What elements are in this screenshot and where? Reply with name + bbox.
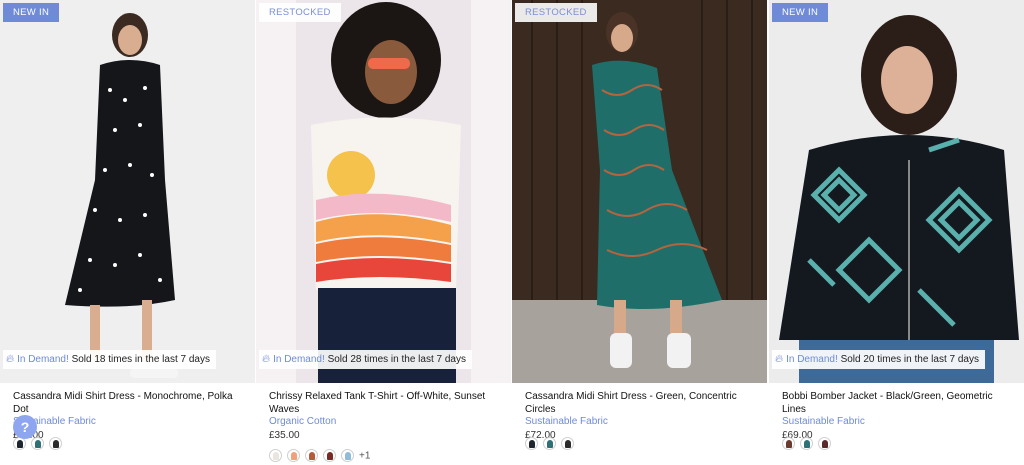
more-swatches[interactable]: +1 xyxy=(359,450,370,461)
sold-count-text: Sold 28 times in the last 7 days xyxy=(327,354,466,365)
color-swatch[interactable] xyxy=(269,449,282,463)
color-swatch[interactable] xyxy=(49,437,62,451)
in-demand-banner: 🔥︎ In Demand! Sold 28 times in the last 7… xyxy=(259,350,472,369)
product-price: £35.00 xyxy=(269,429,300,441)
color-swatch[interactable] xyxy=(818,437,831,451)
product-grid: NEW IN 🔥︎ In Demand! Sold 18 times in the… xyxy=(0,0,1024,463)
color-swatch[interactable] xyxy=(13,437,26,451)
color-swatch[interactable] xyxy=(782,437,795,451)
color-swatch[interactable] xyxy=(543,437,556,451)
sold-count-text: Sold 20 times in the last 7 days xyxy=(840,354,979,365)
product-name[interactable]: Cassandra Midi Shirt Dress - Green, Conc… xyxy=(525,391,761,416)
flame-icon: 🔥︎ xyxy=(262,353,271,365)
product-info: Bobbi Bomber Jacket - Black/Green, Geome… xyxy=(782,391,1018,442)
product-image[interactable] xyxy=(769,0,1024,383)
help-button[interactable]: ? xyxy=(13,415,37,439)
fabric-tag: Sustainable Fabric xyxy=(782,416,865,427)
product-card[interactable]: NEW IN 🔥︎ In Demand! Sold 18 times in the… xyxy=(0,0,255,455)
color-swatch[interactable] xyxy=(800,437,813,451)
color-swatches xyxy=(525,435,765,451)
fabric-tag: Organic Cotton xyxy=(269,416,337,427)
product-card[interactable]: RESTOCKED Cassandra Midi Shirt Dress - G… xyxy=(512,0,767,455)
fabric-tag: Sustainable Fabric xyxy=(525,416,608,427)
in-demand-label: In Demand! xyxy=(273,354,325,365)
color-swatch[interactable] xyxy=(341,449,354,463)
product-info: Cassandra Midi Shirt Dress - Green, Conc… xyxy=(525,391,761,442)
color-swatch[interactable] xyxy=(287,449,300,463)
product-card[interactable]: RESTOCKED 🔥︎ In Demand! Sold 28 times in … xyxy=(256,0,511,463)
color-swatch[interactable] xyxy=(525,437,538,451)
color-swatch[interactable] xyxy=(323,449,336,463)
product-info: Chrissy Relaxed Tank T-Shirt - Off-White… xyxy=(269,391,505,442)
product-image[interactable] xyxy=(256,0,511,383)
in-demand-label: In Demand! xyxy=(786,354,838,365)
product-name[interactable]: Chrissy Relaxed Tank T-Shirt - Off-White… xyxy=(269,391,505,416)
color-swatch[interactable] xyxy=(561,437,574,451)
product-name[interactable]: Cassandra Midi Shirt Dress - Monochrome,… xyxy=(13,391,249,416)
new-in-badge: NEW IN xyxy=(3,3,60,22)
product-info: Cassandra Midi Shirt Dress - Monochrome,… xyxy=(13,391,249,442)
flame-icon: 🔥︎ xyxy=(775,353,784,365)
color-swatch[interactable] xyxy=(305,449,318,463)
in-demand-label: In Demand! xyxy=(17,354,69,365)
new-in-badge: NEW IN xyxy=(772,3,829,22)
in-demand-banner: 🔥︎ In Demand! Sold 20 times in the last 7… xyxy=(772,350,985,369)
restocked-badge: RESTOCKED xyxy=(259,3,341,22)
color-swatch[interactable] xyxy=(31,437,44,451)
flame-icon: 🔥︎ xyxy=(6,353,15,365)
color-swatches xyxy=(13,435,253,451)
restocked-badge: RESTOCKED xyxy=(515,3,597,22)
color-swatches xyxy=(782,435,1022,451)
fabric-tag: Sustainable Fabric xyxy=(13,416,96,427)
product-card[interactable]: NEW IN 🔥︎ In Demand! Sold 20 times in the… xyxy=(769,0,1024,455)
color-swatches: +1 xyxy=(269,447,509,463)
product-image[interactable] xyxy=(0,0,255,383)
product-image[interactable] xyxy=(512,0,767,383)
in-demand-banner: 🔥︎ In Demand! Sold 18 times in the last 7… xyxy=(3,350,216,369)
product-name[interactable]: Bobbi Bomber Jacket - Black/Green, Geome… xyxy=(782,391,1018,416)
sold-count-text: Sold 18 times in the last 7 days xyxy=(71,354,210,365)
